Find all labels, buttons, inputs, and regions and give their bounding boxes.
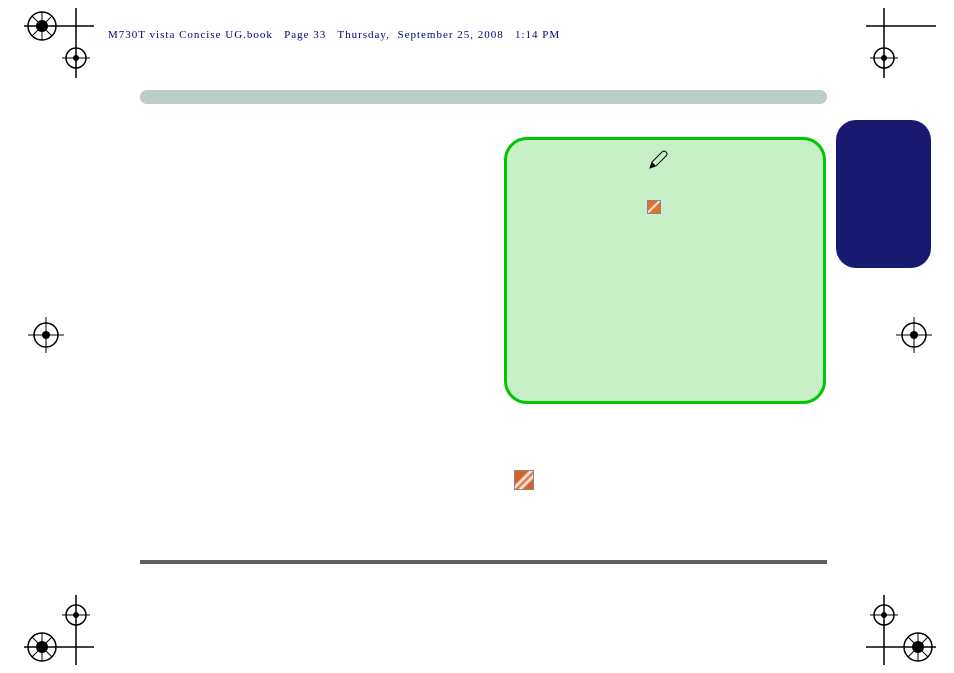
footer-rule (140, 560, 827, 564)
pen-icon (648, 150, 668, 175)
crop-mark-bottom-left (24, 595, 94, 665)
crop-mark-mid-right (866, 300, 936, 370)
page-stamp-page: Page 33 (284, 29, 326, 41)
page-stamp-day: Thursday, (337, 29, 390, 41)
note-box (504, 137, 826, 404)
page-stamp: M730T vista Concise UG.book Page 33 Thur… (108, 29, 560, 41)
page-stamp-time: 1:14 PM (515, 29, 560, 41)
orange-square-icon (514, 470, 534, 490)
header-bar (140, 90, 827, 104)
page-stamp-date: September 25, 2008 (397, 29, 503, 41)
crop-mark-mid-left (24, 300, 94, 370)
side-tab (836, 120, 931, 268)
page-stamp-book: M730T vista Concise UG.book (108, 29, 273, 41)
crop-mark-top-left (24, 8, 94, 78)
crop-mark-top-right (866, 8, 936, 78)
orange-square-icon (647, 200, 661, 214)
crop-mark-bottom-right (866, 595, 936, 665)
